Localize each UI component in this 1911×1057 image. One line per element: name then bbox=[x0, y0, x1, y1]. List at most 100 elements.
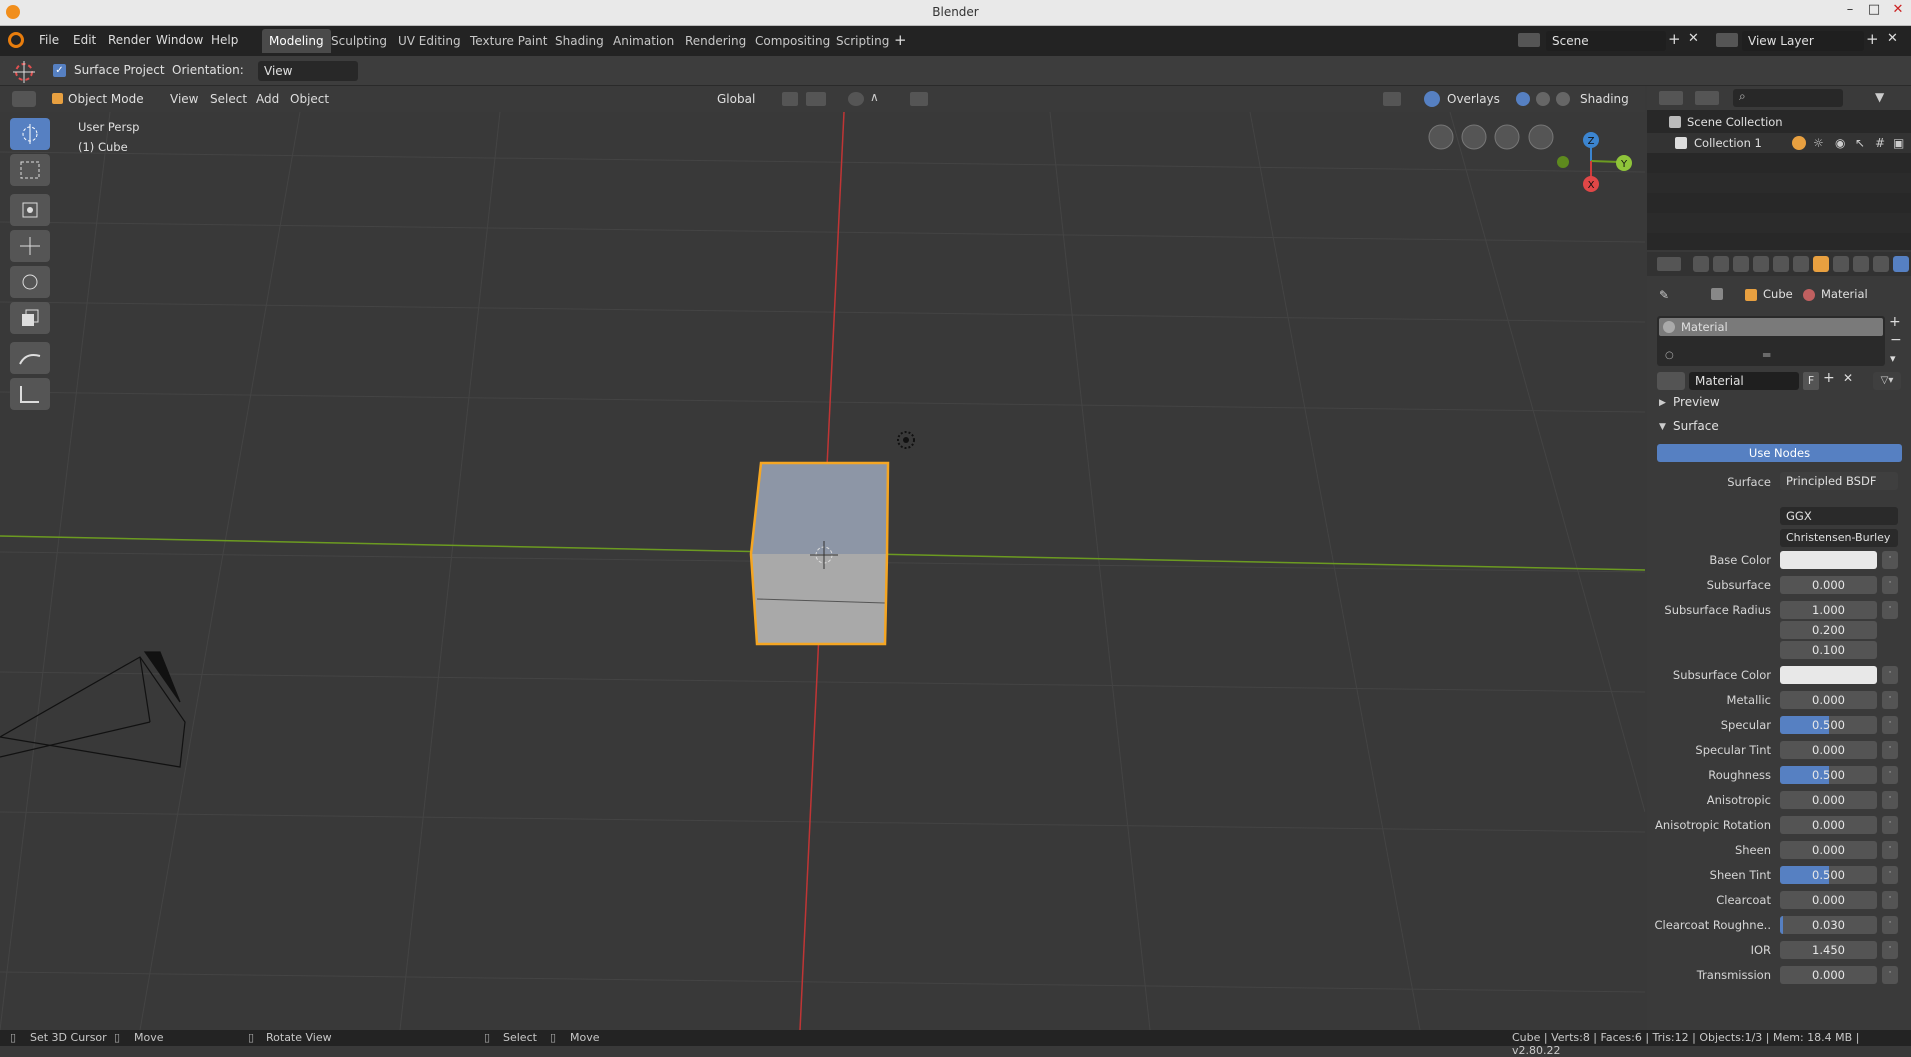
tab-texture-paint[interactable]: Texture Paint bbox=[463, 29, 554, 53]
display-mode-icon[interactable] bbox=[1695, 91, 1719, 105]
surface-shader-dropdown[interactable]: Principled BSDF bbox=[1780, 472, 1898, 490]
falloff-icon[interactable]: ∧ bbox=[870, 90, 879, 104]
prop-value-slider[interactable]: 0.000 bbox=[1780, 891, 1877, 909]
select-tool[interactable] bbox=[10, 118, 50, 150]
surface-project-checkbox[interactable]: ✓ bbox=[53, 64, 66, 77]
tab-scripting[interactable]: Scripting bbox=[829, 29, 896, 53]
material-slot-list[interactable]: Material ○ ═ bbox=[1657, 316, 1885, 366]
subsurface-method-dropdown[interactable]: Christensen-Burley bbox=[1780, 529, 1898, 547]
navigation-gizmo[interactable]: Z Y X bbox=[1557, 132, 1632, 192]
tab-compositing[interactable]: Compositing bbox=[748, 29, 837, 53]
keyframe-dot-icon[interactable]: · bbox=[1882, 716, 1898, 734]
pin-icon[interactable]: ✎ bbox=[1659, 288, 1669, 302]
tab-modeling[interactable]: Modeling bbox=[262, 29, 331, 53]
snap-icon[interactable] bbox=[806, 92, 826, 106]
move-tool[interactable] bbox=[10, 230, 50, 262]
material-name-field[interactable]: Material bbox=[1689, 372, 1799, 390]
keyframe-dot-icon[interactable]: · bbox=[1882, 816, 1898, 834]
prop-value-slider[interactable]: 0.000 bbox=[1780, 966, 1877, 984]
color-swatch[interactable] bbox=[1780, 551, 1877, 569]
menu-add[interactable]: Add bbox=[256, 90, 279, 108]
surface-panel-header[interactable]: Surface bbox=[1673, 419, 1719, 433]
data-tab-icon[interactable] bbox=[1873, 256, 1889, 272]
render-restrict-icon[interactable]: ▣ bbox=[1893, 136, 1904, 150]
material-slot-row[interactable]: Material bbox=[1659, 318, 1883, 336]
prop-value-slider[interactable]: 0.200 bbox=[1780, 621, 1877, 639]
scene-collection-label[interactable]: Scene Collection bbox=[1687, 115, 1783, 129]
delete-view-layer-icon[interactable]: ✕ bbox=[1887, 31, 1898, 46]
prop-value-slider[interactable]: 1.450 bbox=[1780, 941, 1877, 959]
keyframe-dot-icon[interactable]: · bbox=[1882, 916, 1898, 934]
grid-icon[interactable]: # bbox=[1875, 136, 1885, 150]
keyframe-dot-icon[interactable]: · bbox=[1882, 791, 1898, 809]
tab-rendering[interactable]: Rendering bbox=[678, 29, 753, 53]
menu-help[interactable]: Help bbox=[211, 33, 238, 47]
prop-value-slider[interactable]: 0.000 bbox=[1780, 791, 1877, 809]
view-layer-field[interactable]: View Layer bbox=[1742, 31, 1864, 51]
eye-icon[interactable]: ◉ bbox=[1835, 136, 1845, 150]
menu-view[interactable]: View bbox=[170, 90, 198, 108]
fake-user-button[interactable]: F bbox=[1803, 372, 1819, 390]
object-child-icon[interactable] bbox=[1792, 136, 1806, 150]
distribution-dropdown[interactable]: GGX bbox=[1780, 507, 1898, 525]
resize-handle-icon[interactable]: ═ bbox=[1763, 348, 1770, 362]
keyframe-dot-icon[interactable]: · bbox=[1882, 766, 1898, 784]
menu-edit[interactable]: Edit bbox=[73, 33, 96, 47]
shading-dropdown[interactable]: Shading bbox=[1580, 90, 1629, 108]
new-material-icon[interactable]: + bbox=[1823, 370, 1835, 386]
overlays-dropdown[interactable]: Overlays bbox=[1447, 90, 1500, 108]
use-nodes-button[interactable]: Use Nodes bbox=[1657, 444, 1902, 462]
prop-value-slider[interactable]: 0.000 bbox=[1780, 841, 1877, 859]
prop-value-slider[interactable]: 0.000 bbox=[1780, 816, 1877, 834]
proportional-edit-icon[interactable] bbox=[848, 92, 864, 106]
new-view-layer-icon[interactable]: + bbox=[1866, 30, 1879, 48]
editor-type-icon[interactable] bbox=[12, 91, 36, 107]
menu-object[interactable]: Object bbox=[290, 90, 329, 108]
object-tab-icon[interactable] bbox=[1813, 256, 1829, 272]
filter-icon[interactable]: ▼ bbox=[1875, 90, 1884, 104]
keyframe-dot-icon[interactable]: · bbox=[1882, 666, 1898, 684]
modifiers-tab-icon[interactable] bbox=[1833, 256, 1849, 272]
keyframe-dot-icon[interactable]: · bbox=[1882, 691, 1898, 709]
overlays-icon[interactable] bbox=[1424, 91, 1440, 107]
transform-orientation-dropdown[interactable]: Global bbox=[697, 89, 773, 109]
prop-value-slider[interactable]: 0.000 bbox=[1780, 576, 1877, 594]
keyframe-dot-icon[interactable]: · bbox=[1882, 576, 1898, 594]
view-layer-browse-icon[interactable] bbox=[1716, 33, 1738, 47]
menu-window[interactable]: Window bbox=[156, 33, 203, 47]
annotate-tool[interactable] bbox=[10, 342, 50, 374]
unlink-material-icon[interactable]: ✕ bbox=[1843, 371, 1853, 385]
close-icon[interactable]: ✕ bbox=[1884, 0, 1911, 20]
prop-value-slider[interactable]: 0.500 bbox=[1780, 766, 1877, 784]
material-shading-icon[interactable] bbox=[1536, 92, 1550, 106]
box-select-tool[interactable] bbox=[10, 154, 50, 186]
keyframe-dot-icon[interactable]: · bbox=[1882, 551, 1898, 569]
prop-value-slider[interactable]: 0.000 bbox=[1780, 741, 1877, 759]
outliner-editor-type-icon[interactable] bbox=[1659, 91, 1683, 105]
rendered-shading-icon[interactable] bbox=[1556, 92, 1570, 106]
keyframe-dot-icon[interactable]: · bbox=[1882, 841, 1898, 859]
pivot-icon[interactable] bbox=[782, 92, 798, 106]
keyframe-dot-icon[interactable]: · bbox=[1882, 966, 1898, 984]
preview-expand-icon[interactable]: ▶ bbox=[1659, 398, 1666, 408]
light-child-icon[interactable]: ☼ bbox=[1813, 136, 1824, 150]
color-swatch[interactable] bbox=[1780, 666, 1877, 684]
world-tab-icon[interactable] bbox=[1793, 256, 1809, 272]
surface-expand-icon[interactable]: ▼ bbox=[1659, 422, 1666, 432]
gizmo-toggle-icon[interactable] bbox=[1383, 92, 1401, 106]
link-dropdown[interactable]: ▽▾ bbox=[1873, 372, 1901, 390]
scene-tab-icon[interactable] bbox=[1773, 256, 1789, 272]
output-tab-icon[interactable] bbox=[1733, 256, 1749, 272]
delete-scene-icon[interactable]: ✕ bbox=[1688, 31, 1699, 46]
constraints-tab-icon[interactable] bbox=[1853, 256, 1869, 272]
tab-sculpting[interactable]: Sculpting bbox=[324, 29, 394, 53]
keyframe-dot-icon[interactable]: · bbox=[1882, 601, 1898, 619]
material-tab-icon[interactable] bbox=[1893, 256, 1909, 272]
3d-viewport[interactable]: Z Y X User Persp (1) Cube bbox=[0, 112, 1645, 1030]
slot-specials-icon[interactable]: ▾ bbox=[1890, 352, 1896, 365]
prop-value-slider[interactable]: 0.500 bbox=[1780, 866, 1877, 884]
prop-value-slider[interactable]: 0.100 bbox=[1780, 641, 1877, 659]
camera-object[interactable] bbox=[0, 651, 186, 768]
add-slot-icon[interactable]: + bbox=[1889, 314, 1901, 330]
keyframe-dot-icon[interactable]: · bbox=[1882, 891, 1898, 909]
